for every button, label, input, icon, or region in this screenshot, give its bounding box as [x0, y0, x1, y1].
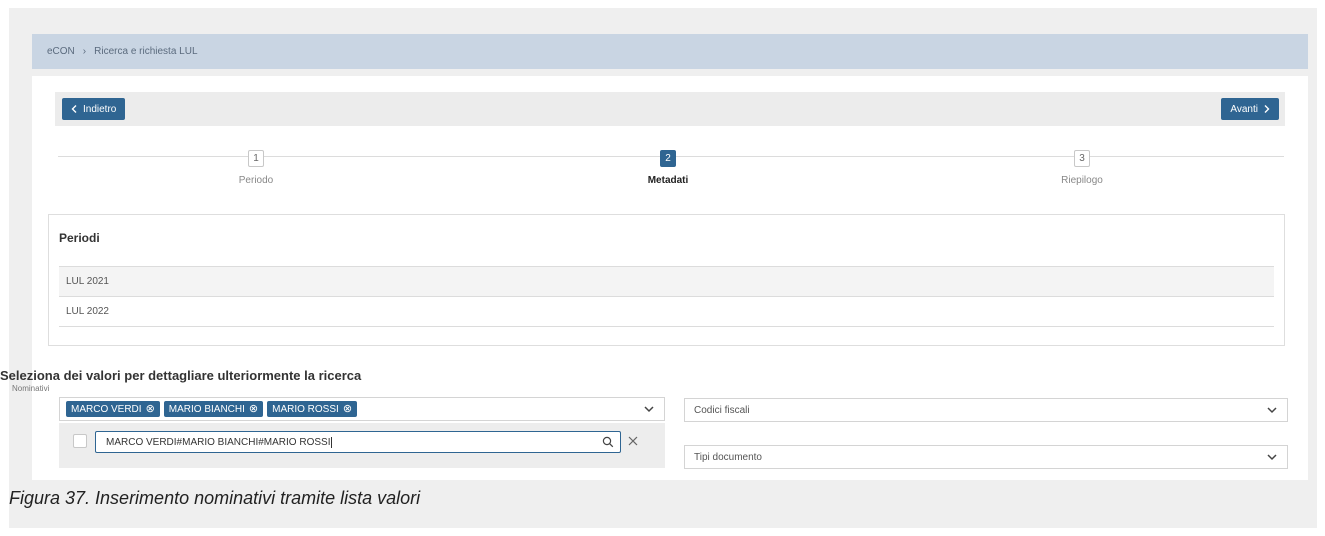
- tipi-documento-placeholder: Tipi documento: [694, 451, 762, 463]
- chevron-down-icon[interactable]: [642, 402, 656, 416]
- back-button-label: Indietro: [83, 103, 117, 115]
- stepper: 1 Periodo 2 Metadati 3 Riepilogo: [58, 148, 1284, 192]
- figure-caption: Figura 37. Inserimento nominativi tramit…: [9, 488, 421, 508]
- selected-tag[interactable]: MARIO BIANCHI ⊗: [163, 401, 264, 417]
- list-item[interactable]: LUL 2022: [59, 297, 1274, 327]
- remove-tag-icon[interactable]: ⊗: [249, 403, 258, 415]
- search-icon[interactable]: [602, 436, 614, 448]
- periodi-list: LUL 2021 LUL 2022: [59, 266, 1274, 327]
- step-label: Periodo: [238, 175, 274, 186]
- breadcrumb-root-link[interactable]: eCON: [47, 46, 75, 57]
- breadcrumb: eCON › Ricerca e richiesta LUL: [32, 34, 1308, 69]
- step-periodo[interactable]: 1 Periodo: [196, 148, 316, 186]
- tipi-documento-select[interactable]: Tipi documento: [684, 445, 1288, 469]
- selected-tag[interactable]: MARIO ROSSI ⊗: [267, 401, 358, 417]
- text-caret: [331, 436, 333, 448]
- chevron-down-icon[interactable]: [1265, 403, 1279, 417]
- tag-label: MARIO ROSSI: [272, 403, 339, 415]
- nominativi-multiselect[interactable]: MARCO VERDI ⊗ MARIO BIANCHI ⊗ MARIO ROSS…: [59, 397, 665, 421]
- step-riepilogo[interactable]: 3 Riepilogo: [1022, 148, 1142, 186]
- breadcrumb-separator: ›: [82, 46, 87, 57]
- chevron-down-icon[interactable]: [1265, 450, 1279, 464]
- remove-tag-icon[interactable]: ⊗: [343, 403, 352, 415]
- next-button[interactable]: Avanti: [1221, 98, 1279, 120]
- chevron-right-icon: [1264, 105, 1270, 113]
- step-label: Metadati: [647, 175, 689, 186]
- codici-fiscali-select[interactable]: Codici fiscali: [684, 398, 1288, 422]
- list-item[interactable]: LUL 2021: [59, 267, 1274, 297]
- search-input-value: MARCO VERDI#MARIO BIANCHI#MARIO ROSSI: [106, 436, 331, 448]
- periodi-title: Periodi: [59, 231, 100, 245]
- next-button-label: Avanti: [1230, 103, 1258, 115]
- step-label: Riepilogo: [1061, 175, 1103, 186]
- close-icon[interactable]: [627, 435, 639, 447]
- step-metadati[interactable]: 2 Metadati: [608, 148, 728, 186]
- step-number: 3: [1074, 150, 1090, 167]
- periodi-panel: Periodi LUL 2021 LUL 2022: [48, 214, 1285, 346]
- step-number: 2: [660, 150, 676, 167]
- tag-label: MARCO VERDI: [71, 403, 142, 415]
- filters-heading: Seleziona dei valori per dettagliare ult…: [0, 368, 362, 383]
- step-number: 1: [248, 150, 264, 167]
- breadcrumb-current: Ricerca e richiesta LUL: [94, 46, 198, 57]
- selected-tag[interactable]: MARCO VERDI ⊗: [66, 401, 160, 417]
- wizard-nav-bar: Indietro Avanti: [55, 92, 1285, 126]
- chevron-left-icon: [71, 105, 77, 113]
- select-all-checkbox[interactable]: [73, 434, 87, 448]
- nominativi-label: Nominativi: [12, 384, 50, 393]
- nominativi-search-input[interactable]: MARCO VERDI#MARIO BIANCHI#MARIO ROSSI: [95, 431, 621, 453]
- codici-fiscali-placeholder: Codici fiscali: [694, 404, 750, 416]
- back-button[interactable]: Indietro: [62, 98, 126, 120]
- tag-label: MARIO BIANCHI: [168, 403, 245, 415]
- nominativi-dropdown: MARCO VERDI#MARIO BIANCHI#MARIO ROSSI: [59, 423, 665, 468]
- remove-tag-icon[interactable]: ⊗: [146, 403, 155, 415]
